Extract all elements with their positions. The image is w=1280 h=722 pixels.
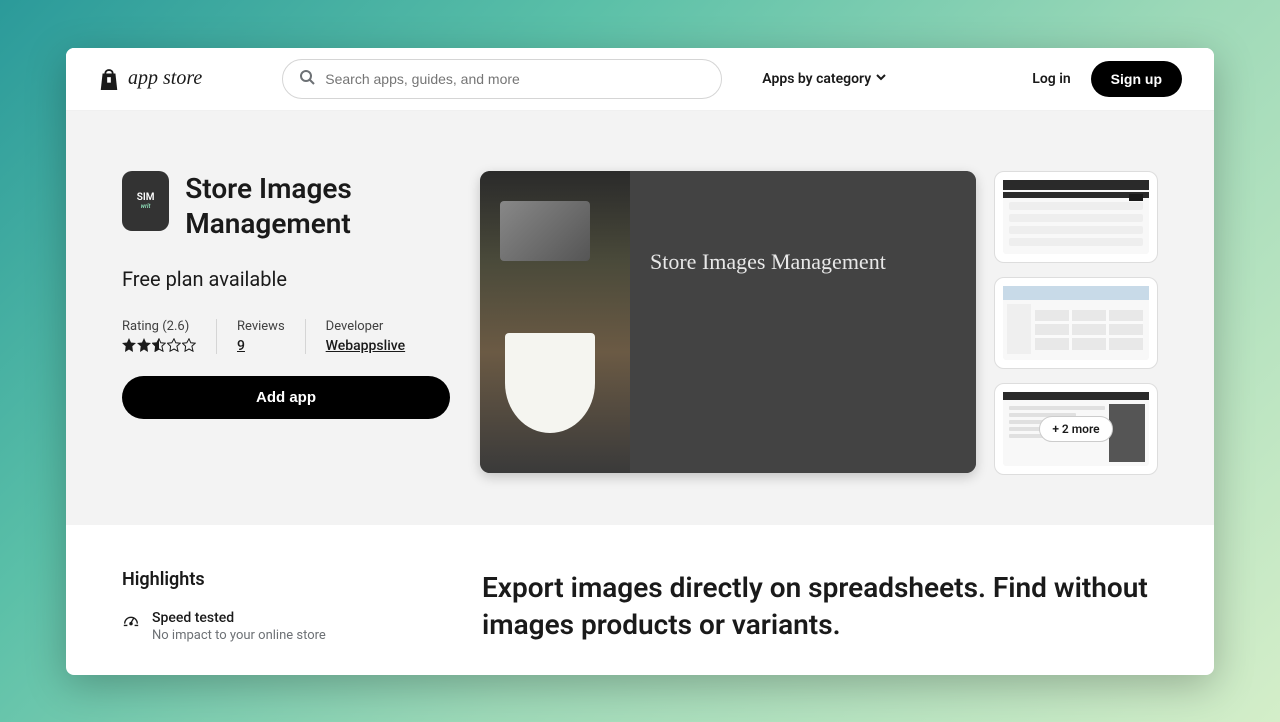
highlights-column: Highlights Speed tested No impact to you…: [122, 569, 422, 645]
highlight-subtitle: No impact to your online store: [152, 628, 326, 643]
rating-label: Rating (2.6): [122, 319, 196, 334]
thumbnail-2[interactable]: [994, 277, 1158, 369]
thumbnail-3[interactable]: + 2 more: [994, 383, 1158, 475]
chevron-down-icon: [875, 71, 887, 87]
reviews-block: Reviews 9: [216, 319, 305, 354]
hero-photo: [480, 171, 630, 473]
thumbnail-column: + 2 more: [994, 171, 1158, 475]
meta-row: Rating (2.6) Reviews 9 Developer Weba: [122, 319, 452, 354]
thumbnail-1[interactable]: [994, 171, 1158, 263]
logo-text: app store: [128, 67, 202, 90]
app-icon: SIM writ: [122, 171, 169, 231]
rating-stars: [122, 338, 196, 352]
app-listing-page: app store Apps by category Log in Sign u…: [66, 48, 1214, 675]
site-logo[interactable]: app store: [98, 66, 202, 92]
pricing-plan: Free plan available: [122, 267, 452, 291]
more-screenshots-badge[interactable]: + 2 more: [1039, 416, 1112, 442]
developer-link[interactable]: Webappslive: [326, 338, 405, 354]
category-label: Apps by category: [762, 71, 871, 87]
app-title: Store Images Management: [185, 171, 452, 241]
description-column: Export images directly on spreadsheets. …: [482, 569, 1158, 645]
add-app-button[interactable]: Add app: [122, 376, 450, 419]
main-screenshot[interactable]: Store Images Management: [480, 171, 976, 473]
app-summary: SIM writ Store Images Management Free pl…: [122, 171, 452, 475]
search-bar[interactable]: [282, 59, 722, 99]
highlights-heading: Highlights: [122, 569, 422, 590]
top-header: app store Apps by category Log in Sign u…: [66, 48, 1214, 111]
screenshot-gallery: Store Images Management: [480, 171, 1158, 475]
hero-section: SIM writ Store Images Management Free pl…: [66, 111, 1214, 525]
highlight-speed-tested: Speed tested No impact to your online st…: [122, 610, 422, 643]
shopify-bag-icon: [98, 66, 120, 92]
speedometer-icon: [122, 611, 140, 629]
reviews-count[interactable]: 9: [237, 338, 285, 354]
search-input[interactable]: [325, 71, 705, 87]
search-icon: [299, 69, 315, 89]
developer-block: Developer Webappslive: [305, 319, 425, 354]
details-section: Highlights Speed tested No impact to you…: [66, 525, 1214, 645]
reviews-label: Reviews: [237, 319, 285, 334]
signup-button[interactable]: Sign up: [1091, 61, 1182, 97]
apps-by-category-link[interactable]: Apps by category: [762, 71, 887, 87]
highlight-title: Speed tested: [152, 610, 326, 626]
login-link[interactable]: Log in: [1032, 71, 1070, 87]
hero-caption: Store Images Management: [630, 171, 976, 473]
developer-label: Developer: [326, 319, 405, 334]
description-headline: Export images directly on spreadsheets. …: [482, 569, 1158, 645]
rating-block: Rating (2.6): [122, 319, 216, 354]
